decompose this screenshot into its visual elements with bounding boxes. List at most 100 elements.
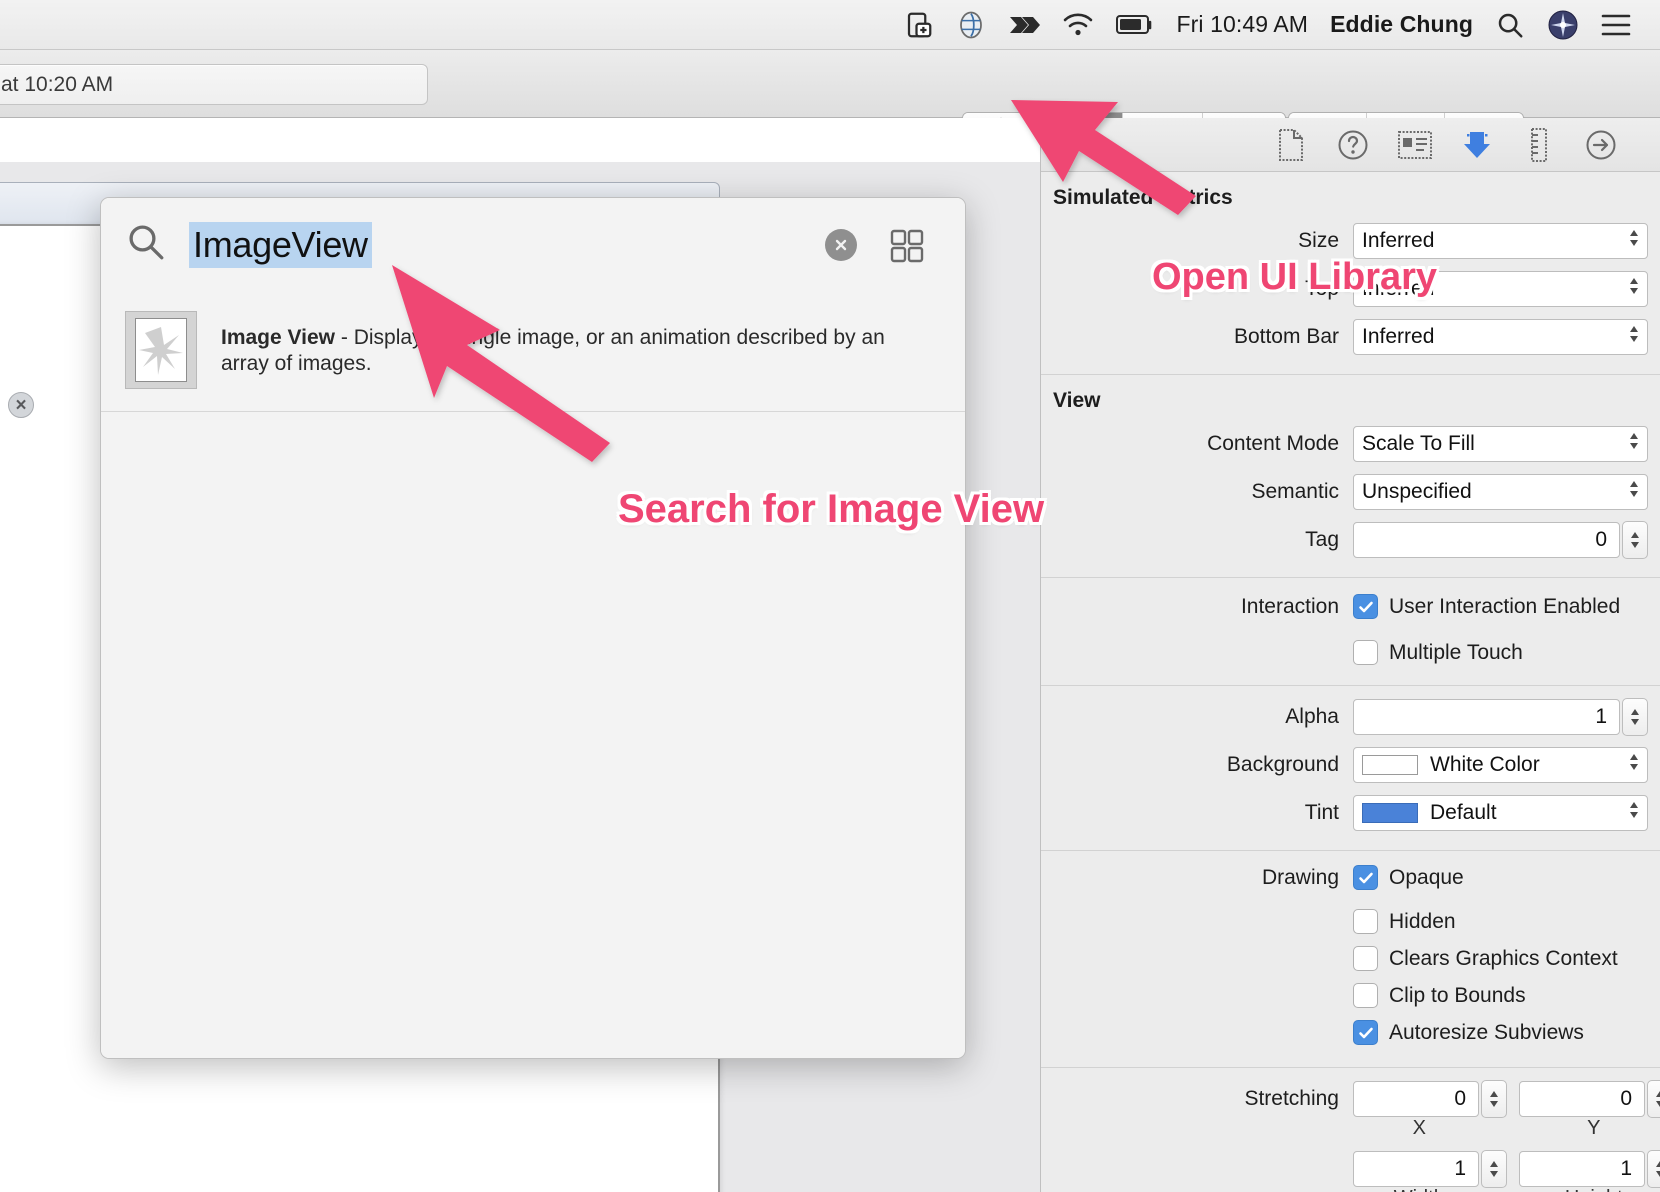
row-label: Content Mode xyxy=(1207,431,1339,455)
library-list-body[interactable] xyxy=(101,412,965,1058)
tag-field[interactable]: 0 xyxy=(1353,521,1620,558)
attributes-inspector-icon[interactable] xyxy=(1460,128,1494,162)
top-bar-value: Inferred xyxy=(1362,276,1435,300)
siri-icon[interactable] xyxy=(1536,0,1590,50)
stretching-y-field[interactable]: 0 xyxy=(1519,1080,1645,1117)
row-label: Top xyxy=(1305,276,1339,300)
background-color-popup[interactable]: White Color xyxy=(1353,746,1648,783)
alpha-stepper[interactable] xyxy=(1622,697,1648,736)
content-mode-popup[interactable]: Scale To Fill xyxy=(1353,425,1648,462)
checkbox-box[interactable] xyxy=(1353,946,1378,971)
content-mode-value: Scale To Fill xyxy=(1362,431,1475,455)
grid-layout-icon[interactable] xyxy=(889,228,925,269)
checkbox-label: Clears Graphics Context xyxy=(1389,946,1618,970)
search-input[interactable]: ImageView xyxy=(189,221,372,268)
checkbox-box[interactable] xyxy=(1353,640,1378,665)
row-label: Background xyxy=(1226,752,1339,776)
checkbox-opaque[interactable]: Opaque xyxy=(1353,859,1464,896)
row-label: Alpha xyxy=(1285,704,1339,728)
row-drawing-autoresize-subviews: Autoresize Subviews xyxy=(1041,1014,1660,1051)
top-bar-popup[interactable]: Inferred xyxy=(1353,270,1648,307)
identity-inspector-icon[interactable] xyxy=(1398,128,1432,162)
tint-swatch xyxy=(1362,802,1418,823)
row-label: Size xyxy=(1298,228,1339,252)
notification-center-icon[interactable] xyxy=(1590,0,1642,50)
quick-help-inspector-icon[interactable] xyxy=(1336,128,1370,162)
chevron-updown-icon xyxy=(1627,475,1641,509)
menu-bar-clock[interactable]: Fri 10:49 AM xyxy=(1165,0,1319,50)
clear-icon[interactable] xyxy=(825,229,857,261)
axis-label-width: Width xyxy=(1353,1187,1486,1192)
menu-bar-user[interactable]: Eddie Chung xyxy=(1319,0,1484,50)
chevron-updown-icon xyxy=(1627,320,1641,354)
row-label: Interaction xyxy=(1240,594,1339,618)
row-interaction: Interaction User Interaction Enabled xyxy=(1041,586,1660,627)
airplay-icon[interactable] xyxy=(893,0,945,50)
row-label: Bottom Bar xyxy=(1233,324,1339,348)
stretching-width-value: 1 xyxy=(1454,1156,1466,1180)
breadcrumb[interactable]: at 10:20 AM xyxy=(0,64,428,105)
checkbox-user-interaction-enabled[interactable]: User Interaction Enabled xyxy=(1353,588,1620,625)
stretching-height-value: 1 xyxy=(1620,1156,1632,1180)
wifi-icon[interactable] xyxy=(1051,0,1105,50)
stretching-height-stepper[interactable] xyxy=(1647,1149,1660,1188)
axis-label-y: Y xyxy=(1587,1117,1601,1139)
search-icon[interactable] xyxy=(1484,0,1536,50)
stretching-height-field[interactable]: 1 xyxy=(1519,1150,1645,1187)
row-drawing-hidden: + Hidden xyxy=(1041,903,1660,940)
row-semantic: Semantic Unspecified xyxy=(1041,471,1660,512)
chevron-updown-icon xyxy=(1627,224,1641,258)
section-appearance: Alpha 1 + Background White Color xyxy=(1041,696,1660,851)
background-swatch xyxy=(1362,754,1418,775)
checkbox-autoresize-subviews[interactable]: Autoresize Subviews xyxy=(1353,1014,1584,1051)
section-view: View Content Mode Scale To Fill Semantic… xyxy=(1041,375,1660,578)
chevron-updown-icon xyxy=(1627,796,1641,830)
checkbox-label: Clip to Bounds xyxy=(1389,983,1526,1007)
transmit-icon[interactable] xyxy=(997,0,1051,50)
list-item-title: Image View xyxy=(221,326,336,349)
stretching-wh-axis-labels: Width Height xyxy=(1041,1187,1660,1192)
row-background: + Background White Color xyxy=(1041,744,1660,785)
stretching-x-stepper[interactable] xyxy=(1481,1079,1507,1118)
chevron-updown-icon xyxy=(1627,748,1641,782)
semantic-popup[interactable]: Unspecified xyxy=(1353,473,1648,510)
tint-color-popup[interactable]: Default xyxy=(1353,794,1648,831)
tint-value: Default xyxy=(1430,800,1497,824)
checkbox-clip-to-bounds[interactable]: Clip to Bounds xyxy=(1353,977,1526,1014)
stretching-width-field[interactable]: 1 xyxy=(1353,1150,1479,1187)
row-drawing-opaque: Drawing Opaque xyxy=(1041,859,1660,896)
checkbox-clears-graphics-context[interactable]: Clears Graphics Context xyxy=(1353,940,1618,977)
stretching-width-stepper[interactable] xyxy=(1481,1149,1507,1188)
inspector-tab-bar xyxy=(1041,118,1660,172)
dropbox-icon[interactable] xyxy=(945,0,997,50)
tag-stepper[interactable] xyxy=(1622,520,1648,559)
row-drawing-clip-to-bounds: Clip to Bounds xyxy=(1041,977,1660,1014)
axis-label-height: Height xyxy=(1528,1187,1660,1192)
list-item[interactable]: Image View - Displays a single image, or… xyxy=(101,291,965,412)
size-popup[interactable]: Inferred xyxy=(1353,222,1648,259)
checkbox-box[interactable] xyxy=(1353,865,1378,890)
stretching-y-stepper[interactable] xyxy=(1647,1079,1660,1118)
stretching-x-field[interactable]: 0 xyxy=(1353,1080,1479,1117)
battery-icon[interactable] xyxy=(1105,0,1165,50)
section-drawing: Drawing Opaque + Hidden xyxy=(1041,859,1660,1068)
breadcrumb-label: at 10:20 AM xyxy=(1,72,114,96)
checkbox-multiple-touch[interactable]: Multiple Touch xyxy=(1353,634,1523,671)
connections-inspector-icon[interactable] xyxy=(1584,128,1618,162)
checkbox-box[interactable] xyxy=(1353,909,1378,934)
checkbox-box[interactable] xyxy=(1353,983,1378,1008)
list-item-description: Image View - Displays a single image, or… xyxy=(221,311,921,378)
alpha-field[interactable]: 1 xyxy=(1353,698,1620,735)
section-title: Simulated Metrics xyxy=(1053,186,1233,209)
search-icon xyxy=(125,221,167,268)
inspector-content[interactable]: Simulated Metrics Size Inferred Top Infe… xyxy=(1041,172,1660,1192)
checkbox-box[interactable] xyxy=(1353,594,1378,619)
size-inspector-icon[interactable] xyxy=(1522,127,1556,162)
ui-library-popover: ImageView Image View - Displays a single… xyxy=(100,197,966,1059)
close-icon[interactable]: × xyxy=(8,392,34,418)
row-bottom-bar: Bottom Bar Inferred xyxy=(1041,316,1660,357)
checkbox-box[interactable] xyxy=(1353,1020,1378,1045)
file-inspector-icon[interactable] xyxy=(1274,128,1308,162)
checkbox-hidden[interactable]: Hidden xyxy=(1353,903,1456,940)
bottom-bar-popup[interactable]: Inferred xyxy=(1353,318,1648,355)
